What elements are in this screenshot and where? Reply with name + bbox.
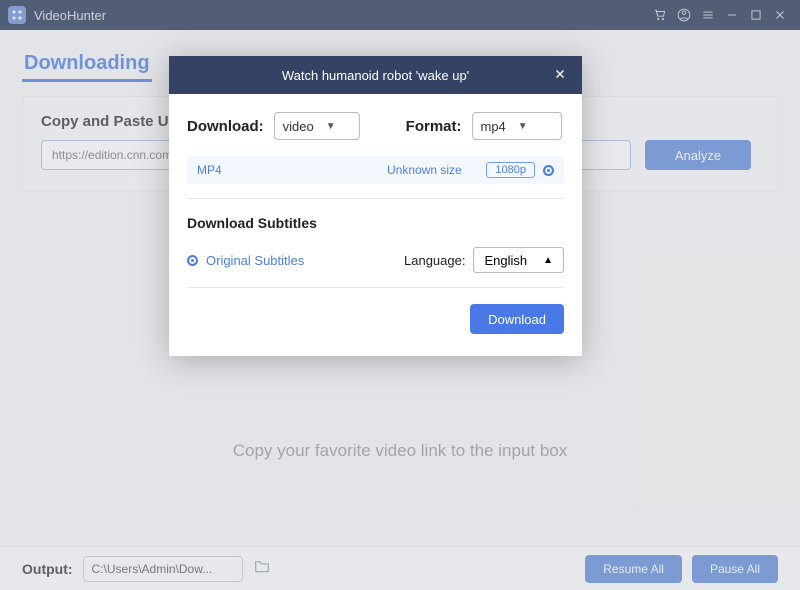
close-icon[interactable] [550,64,570,84]
download-type-select[interactable]: video ▼ [274,112,360,140]
chevron-down-icon: ▼ [326,121,336,132]
resolution-badge: 1080p [486,162,535,178]
format-select[interactable]: mp4 ▼ [472,112,562,140]
language-label: Language: [404,253,465,268]
chevron-down-icon: ▼ [518,121,528,132]
language-select[interactable]: English ▲ [473,247,564,273]
format-label: Format: [406,118,462,135]
divider [187,198,564,199]
download-type-label: Download: [187,118,264,135]
divider [187,287,564,288]
format-size: Unknown size [387,163,486,177]
chevron-up-icon: ▲ [543,255,553,266]
original-subtitles-label: Original Subtitles [206,253,304,268]
dialog-header: Watch humanoid robot 'wake up' [169,56,582,94]
format-option-row[interactable]: MP4 Unknown size 1080p [187,156,564,184]
download-dialog: Watch humanoid robot 'wake up' Download:… [169,56,582,356]
format-type: MP4 [197,163,387,177]
format-radio[interactable] [543,165,554,176]
dialog-title: Watch humanoid robot 'wake up' [282,68,469,83]
original-subtitles-radio[interactable] [187,255,198,266]
language-value: English [484,253,527,268]
format-value: mp4 [481,119,506,134]
download-button[interactable]: Download [470,304,564,334]
download-type-value: video [283,119,314,134]
subtitles-title: Download Subtitles [187,215,564,231]
